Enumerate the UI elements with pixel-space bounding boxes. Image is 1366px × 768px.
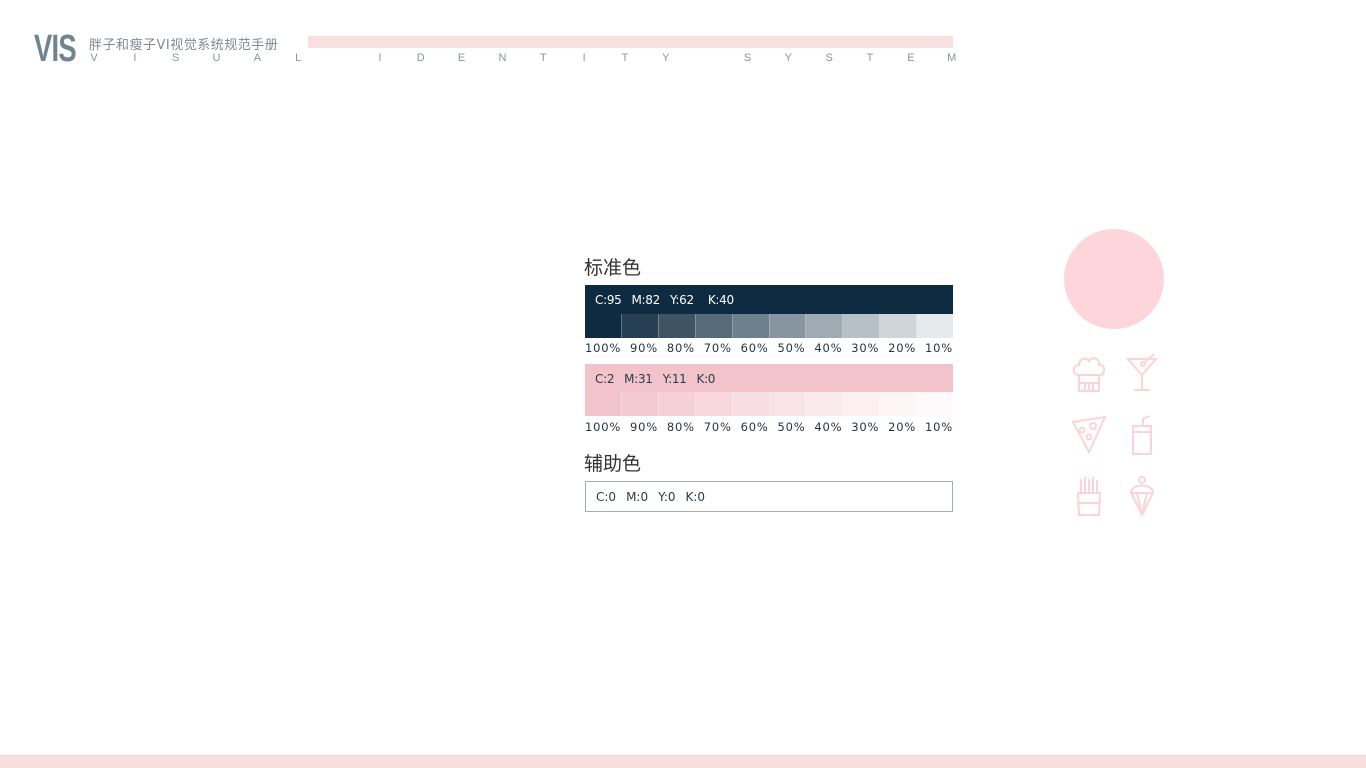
caption-letter: I [133, 52, 137, 64]
primary-tint-label: 70% [703, 341, 732, 355]
caption-letter: U [212, 52, 221, 64]
primary-tint-label: 40% [814, 341, 843, 355]
vis-logo: VIS [34, 28, 77, 70]
caption-letter: M [947, 52, 957, 64]
secondary-tint-scale [585, 392, 954, 416]
auxiliary-color-title: 辅助色 [584, 453, 642, 475]
aux-cmyk-c: C:0 [596, 489, 617, 504]
caption-letter: I [378, 52, 382, 64]
primary-tint-cell [917, 314, 954, 338]
caption-letter: S [172, 52, 180, 64]
secondary-tint-label: 100% [585, 420, 622, 434]
primary-tint-label: 50% [777, 341, 806, 355]
accent-circle [1064, 229, 1164, 329]
auxiliary-color-swatch: C:0 M:0 Y:0 K:0 [585, 481, 953, 512]
primary-tint-label: 20% [888, 341, 917, 355]
caption-letter: D [416, 52, 425, 64]
caption-letter: S [825, 52, 833, 64]
primary-tint-cell [621, 314, 659, 338]
pizza-slice-icon [1069, 414, 1109, 458]
caption-letter: I [582, 52, 586, 64]
secondary-tint-label: 30% [851, 420, 880, 434]
chef-hat-icon [1069, 353, 1109, 397]
manual-title: 胖子和瘦子VI视觉系统规范手册 [89, 38, 279, 53]
primary-tint-labels: 100% 90% 80% 70% 60% 50% 40% 30% 20% 10% [585, 341, 953, 355]
cocktail-icon [1122, 353, 1162, 397]
caption-letter: Y [784, 52, 793, 64]
secondary-tint-cell [917, 392, 954, 416]
secondary-tint-cell [843, 392, 881, 416]
primary-tint-cell [843, 314, 881, 338]
secondary-tint-cell [658, 392, 696, 416]
secondary-tint-cell [621, 392, 659, 416]
caption-letter [334, 52, 344, 64]
caption-letter: S [743, 52, 752, 64]
secondary-tint-label: 70% [703, 420, 732, 434]
secondary-tint-label: 80% [666, 420, 695, 434]
secondary-tint-labels: 100% 90% 80% 70% 60% 50% 40% 30% 20% 10% [585, 420, 953, 434]
caption-letter: L [295, 52, 302, 64]
caption-letter: E [907, 52, 915, 64]
primary-cmyk-y: Y:62 [669, 292, 694, 307]
primary-tint-label: 10% [924, 341, 953, 355]
secondary-color-swatch: C:2 M:31 Y:11 K:0 [585, 364, 953, 393]
primary-tint-scale [585, 314, 954, 338]
secondary-tint-label: 10% [924, 420, 953, 434]
primary-tint-label: 90% [629, 341, 658, 355]
primary-tint-label: 100% [585, 341, 622, 355]
caption-letter: E [457, 52, 466, 64]
soda-cup-icon [1122, 414, 1162, 458]
caption-letter: N [498, 52, 507, 64]
secondary-tint-cell [732, 392, 770, 416]
secondary-tint-cell [585, 392, 622, 416]
secondary-tint-label: 50% [777, 420, 806, 434]
primary-tint-cell [585, 314, 622, 338]
primary-tint-cell [880, 314, 918, 338]
caption-letter: V [90, 52, 98, 64]
ice-cream-icon [1122, 475, 1162, 519]
secondary-cmyk-m: M:31 [624, 371, 653, 386]
primary-cmyk-k: K:40 [707, 292, 734, 307]
primary-tint-cell [769, 314, 807, 338]
primary-cmyk-m: M:82 [631, 292, 661, 307]
footer-accent-bar [0, 755, 1366, 768]
visual-identity-system-caption: VISUALIDENTITYSYSTEM [89, 52, 957, 64]
caption-letter [702, 52, 712, 64]
primary-cmyk-c: C:95 [595, 292, 622, 307]
primary-tint-cell [695, 314, 733, 338]
secondary-tint-label: 20% [888, 420, 917, 434]
secondary-cmyk-c: C:2 [595, 371, 615, 386]
secondary-cmyk-k: K:0 [696, 371, 716, 386]
primary-tint-cell [806, 314, 844, 338]
caption-letter: T [866, 52, 874, 64]
french-fries-icon [1069, 475, 1109, 519]
caption-letter: Y [662, 52, 670, 64]
primary-tint-label: 60% [740, 341, 769, 355]
caption-letter: A [253, 52, 262, 64]
primary-color-title: 标准色 [584, 257, 642, 279]
caption-letter: T [539, 52, 547, 64]
primary-tint-label: 80% [666, 341, 695, 355]
secondary-cmyk-y: Y:11 [662, 371, 687, 386]
primary-tint-label: 30% [851, 341, 880, 355]
primary-tint-cell [658, 314, 696, 338]
caption-letter: T [621, 52, 629, 64]
primary-tint-cell [732, 314, 770, 338]
secondary-tint-cell [695, 392, 733, 416]
header-accent-bar [308, 36, 953, 48]
aux-cmyk-m: M:0 [626, 489, 649, 504]
secondary-tint-cell [880, 392, 918, 416]
secondary-tint-label: 90% [629, 420, 658, 434]
secondary-tint-cell [806, 392, 844, 416]
aux-cmyk-k: K:0 [685, 489, 706, 504]
secondary-tint-label: 60% [740, 420, 769, 434]
secondary-tint-label: 40% [814, 420, 843, 434]
primary-color-swatch: C:95 M:82 Y:62 K:40 [585, 285, 953, 314]
secondary-tint-cell [769, 392, 807, 416]
aux-cmyk-y: Y:0 [658, 489, 676, 504]
